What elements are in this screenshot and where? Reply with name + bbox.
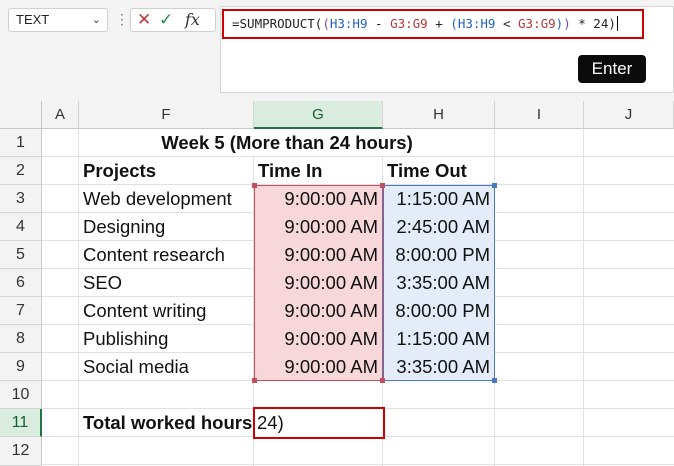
row-header-3[interactable]: 3 bbox=[0, 185, 42, 213]
row-header-10[interactable]: 10 bbox=[0, 381, 42, 409]
header-projects[interactable]: Projects bbox=[79, 157, 254, 185]
cell-time-in[interactable]: 9:00:00 AM bbox=[254, 297, 383, 325]
formula-input[interactable]: =SUMPRODUCT((H3:H9 - G3:G9 + (H3:H9 < G3… bbox=[222, 9, 644, 39]
gridline bbox=[42, 464, 674, 465]
formula-token: < bbox=[495, 16, 519, 31]
column-header-j[interactable]: J bbox=[584, 101, 674, 129]
column-header-g[interactable]: G bbox=[254, 101, 383, 129]
cell-time-out[interactable]: 3:35:00 AM bbox=[383, 353, 495, 381]
formula-token: + bbox=[427, 16, 451, 31]
total-label[interactable]: Total worked hours bbox=[79, 409, 254, 437]
cell-project[interactable]: Publishing bbox=[79, 325, 254, 353]
enter-key-label: Enter bbox=[578, 55, 646, 83]
header-time-out[interactable]: Time Out bbox=[383, 157, 495, 185]
column-header-h[interactable]: H bbox=[383, 101, 495, 129]
text-cursor bbox=[616, 16, 618, 31]
cell-project[interactable]: Web development bbox=[79, 185, 254, 213]
chevron-down-icon[interactable]: ⌄ bbox=[92, 9, 101, 31]
row-header-9[interactable]: 9 bbox=[0, 353, 42, 381]
select-all-corner[interactable] bbox=[0, 101, 42, 129]
row-header-4[interactable]: 4 bbox=[0, 213, 42, 241]
name-box-value: TEXT bbox=[16, 12, 50, 27]
cell-time-out[interactable]: 8:00:00 PM bbox=[383, 241, 495, 269]
cell-time-in[interactable]: 9:00:00 AM bbox=[254, 185, 383, 213]
confirm-icon[interactable]: ✓ bbox=[159, 10, 173, 30]
active-cell-g11[interactable]: 24) bbox=[253, 407, 385, 439]
row-header-7[interactable]: 7 bbox=[0, 297, 42, 325]
cell-project[interactable]: SEO bbox=[79, 269, 254, 297]
cell-time-in[interactable]: 9:00:00 AM bbox=[254, 213, 383, 241]
row-header-5[interactable]: 5 bbox=[0, 241, 42, 269]
header-time-in[interactable]: Time In bbox=[254, 157, 383, 185]
cell-time-in[interactable]: 9:00:00 AM bbox=[254, 353, 383, 381]
row-header-6[interactable]: 6 bbox=[0, 269, 42, 297]
cell-time-in[interactable]: 9:00:00 AM bbox=[254, 269, 383, 297]
spreadsheet-grid[interactable]: A F G H I J 1 2 3 4 5 6 7 8 9 10 11 12 W… bbox=[0, 101, 674, 466]
formula-token: G3:G9 bbox=[390, 16, 428, 31]
formula-token: ( bbox=[450, 16, 458, 31]
formula-token: ) bbox=[563, 16, 571, 31]
cell-project[interactable]: Content writing bbox=[79, 297, 254, 325]
function-icon[interactable]: fx bbox=[185, 10, 200, 30]
cell-time-out[interactable]: 1:15:00 AM bbox=[383, 325, 495, 353]
column-header-f[interactable]: F bbox=[79, 101, 254, 129]
name-box[interactable]: TEXT ⌄ bbox=[8, 8, 108, 32]
cell-time-out[interactable]: 1:15:00 AM bbox=[383, 185, 495, 213]
row-header-8[interactable]: 8 bbox=[0, 325, 42, 353]
formula-token: H3:H9 bbox=[457, 16, 496, 31]
column-header-i[interactable]: I bbox=[495, 101, 584, 129]
gridline bbox=[583, 129, 584, 466]
row-header-12[interactable]: 12 bbox=[0, 437, 42, 466]
row-header-1[interactable]: 1 bbox=[0, 129, 42, 157]
sheet-title[interactable]: Week 5 (More than 24 hours) bbox=[79, 129, 495, 157]
cell-time-out[interactable]: 3:35:00 AM bbox=[383, 269, 495, 297]
formula-token: =SUMPRODUCT( bbox=[232, 16, 323, 31]
formula-token: H3:H9 bbox=[329, 16, 368, 31]
cell-project[interactable]: Content research bbox=[79, 241, 254, 269]
formula-token: G3:G9 bbox=[518, 16, 556, 31]
formula-controls: ✕ ✓ fx bbox=[130, 8, 216, 32]
active-cell-value: 24) bbox=[257, 412, 284, 433]
formula-token: ( bbox=[322, 16, 330, 31]
cancel-icon[interactable]: ✕ bbox=[137, 10, 151, 30]
cell-time-out[interactable]: 2:45:00 AM bbox=[383, 213, 495, 241]
cell-time-in[interactable]: 9:00:00 AM bbox=[254, 325, 383, 353]
cell-time-in[interactable]: 9:00:00 AM bbox=[254, 241, 383, 269]
row-header-11[interactable]: 11 bbox=[0, 409, 42, 437]
cell-project[interactable]: Social media bbox=[79, 353, 254, 381]
row-header-2[interactable]: 2 bbox=[0, 157, 42, 185]
more-icon[interactable]: ⋮ bbox=[115, 9, 129, 29]
cell-project[interactable]: Designing bbox=[79, 213, 254, 241]
column-header-a[interactable]: A bbox=[42, 101, 79, 129]
formula-token: - bbox=[367, 16, 391, 31]
formula-token: * 24) bbox=[570, 16, 616, 31]
cell-time-out[interactable]: 8:00:00 PM bbox=[383, 297, 495, 325]
